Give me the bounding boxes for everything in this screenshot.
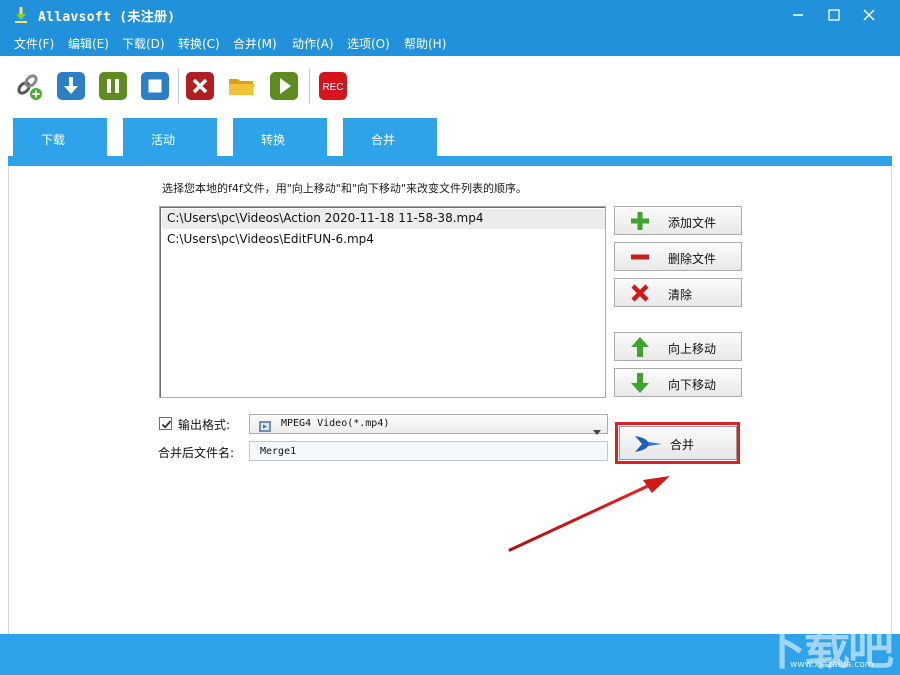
menu-edit[interactable]: 编辑(E) — [68, 35, 109, 52]
x-icon — [629, 282, 651, 304]
video-file-icon — [258, 418, 272, 432]
minimize-icon[interactable] — [786, 5, 810, 25]
annotation-arrow-icon — [508, 476, 670, 552]
arrow-down-icon — [629, 372, 651, 394]
minus-icon — [629, 246, 651, 268]
folder-icon[interactable] — [227, 71, 257, 101]
menu-merge[interactable]: 合并(M) — [233, 35, 277, 52]
output-format-label: 输出格式: — [178, 418, 231, 432]
tab-merge[interactable]: 合并 — [343, 118, 437, 158]
arrow-up-icon — [629, 336, 651, 358]
rec-label: REC — [322, 82, 343, 93]
output-format-checkbox[interactable] — [159, 417, 172, 430]
move-up-button[interactable]: 向上移动 — [614, 332, 742, 361]
menu-bar: 文件(F) 编辑(E) 下载(D) 转换(C) 合并(M) 动作(A) 选项(O… — [0, 31, 900, 56]
plus-icon — [629, 210, 651, 232]
menu-options[interactable]: 选项(O) — [347, 35, 390, 52]
output-format-value: MPEG4 Video(*.mp4) — [281, 418, 390, 429]
toolbar-separator — [178, 68, 179, 104]
add-file-button[interactable]: 添加文件 — [614, 206, 742, 235]
delete-icon[interactable] — [185, 71, 215, 101]
tab-download[interactable]: 下载 — [13, 118, 107, 158]
move-up-label: 向上移动 — [668, 342, 717, 356]
stop-icon[interactable] — [140, 71, 170, 101]
delete-file-label: 删除文件 — [668, 252, 717, 266]
output-format-select[interactable]: MPEG4 Video(*.mp4) — [249, 414, 608, 435]
close-icon[interactable] — [857, 5, 881, 25]
move-down-button[interactable]: 向下移动 — [614, 368, 742, 397]
instruction-text: 选择您本地的f4f文件，用"向上移动"和"向下移动"来改变文件列表的顺序。 — [162, 182, 527, 195]
merge-label: 合并 — [670, 438, 695, 452]
merged-name-label: 合并后文件名: — [158, 446, 235, 460]
download-icon[interactable] — [56, 71, 86, 101]
merge-arrow-icon — [634, 434, 664, 454]
tab-convert[interactable]: 转换 — [233, 118, 327, 158]
merge-panel: 选择您本地的f4f文件，用"向上移动"和"向下移动"来改变文件列表的顺序。 C:… — [8, 166, 892, 634]
add-link-icon[interactable] — [14, 71, 44, 101]
app-download-icon — [12, 6, 30, 24]
menu-file[interactable]: 文件(F) — [14, 35, 54, 52]
tab-activity[interactable]: 活动 — [123, 118, 217, 158]
chevron-down-icon[interactable] — [593, 421, 601, 435]
file-list[interactable]: C:\Users\pc\Videos\Action 2020-11-18 11-… — [159, 206, 606, 398]
list-item[interactable]: C:\Users\pc\Videos\EditFUN-6.mp4 — [162, 230, 605, 250]
watermark-url: www.xiazaiba.com — [790, 660, 874, 670]
list-item[interactable]: C:\Users\pc\Videos\Action 2020-11-18 11-… — [162, 209, 605, 229]
merged-name-field[interactable]: Merge1 — [249, 441, 608, 461]
maximize-icon[interactable] — [822, 5, 846, 25]
menu-action[interactable]: 动作(A) — [292, 35, 334, 52]
play-icon[interactable] — [269, 71, 299, 101]
menu-download[interactable]: 下载(D) — [122, 35, 165, 52]
clear-button[interactable]: 清除 — [614, 278, 742, 307]
delete-file-button[interactable]: 删除文件 — [614, 242, 742, 271]
window-title: Allavsoft (未注册) — [38, 10, 176, 25]
title-bar: Allavsoft (未注册) — [0, 0, 900, 31]
toolbar: REC — [0, 56, 900, 116]
pause-icon[interactable] — [98, 71, 128, 101]
clear-label: 清除 — [668, 288, 693, 302]
record-icon[interactable]: REC — [318, 71, 348, 101]
tab-strip — [8, 156, 892, 166]
tab-bar: 下载 活动 转换 合并 — [0, 116, 900, 166]
merge-button[interactable]: 合并 — [619, 426, 737, 460]
move-down-label: 向下移动 — [668, 378, 717, 392]
toolbar-separator — [309, 68, 310, 104]
menu-convert[interactable]: 转换(C) — [178, 35, 220, 52]
add-file-label: 添加文件 — [668, 216, 717, 230]
menu-help[interactable]: 帮助(H) — [404, 35, 446, 52]
